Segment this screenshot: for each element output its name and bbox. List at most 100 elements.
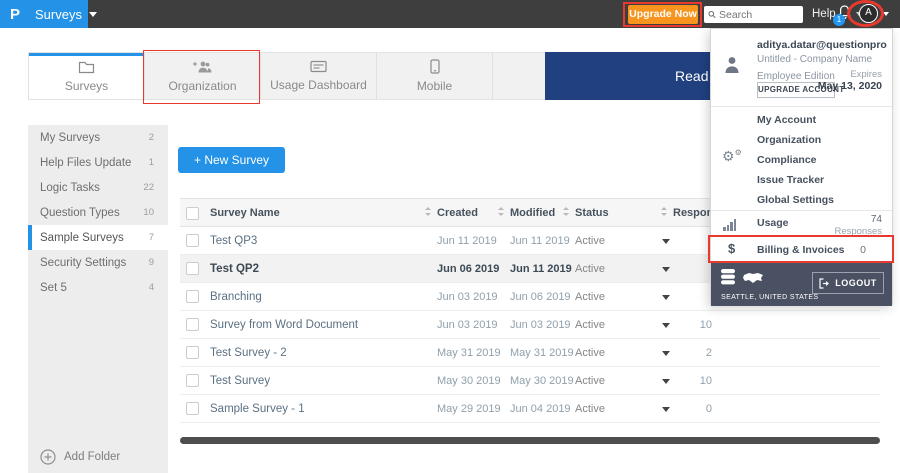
created-date: May 31 2019 [437, 347, 501, 359]
survey-name-link[interactable]: Sample Survey - 1 [210, 395, 305, 423]
survey-name-link[interactable]: Test Survey - 2 [210, 339, 287, 367]
tab-surveys[interactable]: Surveys [29, 53, 145, 99]
created-date: May 30 2019 [437, 375, 501, 387]
tab-mobile[interactable]: Mobile [377, 53, 493, 99]
modified-date: Jun 03 2019 [510, 319, 571, 331]
expires-date: May 13, 2020 [817, 80, 882, 92]
sort-icon[interactable] [497, 199, 509, 228]
user-icon [725, 57, 739, 73]
row-checkbox[interactable] [186, 374, 199, 387]
tab-label: Organization [168, 78, 237, 93]
created-date: Jun 11 2019 [437, 235, 497, 247]
row-checkbox[interactable] [186, 402, 199, 415]
row-checkbox[interactable] [186, 234, 199, 247]
tab-label: Mobile [416, 79, 453, 93]
bar-chart-icon [723, 219, 736, 231]
status-dropdown-caret[interactable] [662, 379, 670, 384]
column-header-survey-name[interactable]: Survey Name [210, 199, 280, 228]
survey-name-link[interactable]: Test Survey [210, 367, 270, 395]
menu-item-global-settings[interactable]: Global Settings [711, 190, 892, 210]
chevron-down-icon [88, 11, 97, 17]
gears-icon: ⚙⚙ [722, 148, 742, 164]
account-company: Untitled - Company Name [757, 54, 873, 65]
survey-name-link[interactable]: Test QP3 [210, 227, 257, 255]
menu-item-issue-tracker[interactable]: Issue Tracker [711, 170, 892, 190]
account-avatar[interactable]: A [859, 4, 878, 23]
phone-icon [429, 59, 440, 74]
sidebar-item-my-surveys[interactable]: My Surveys 2 [28, 125, 168, 150]
logout-icon [819, 277, 830, 289]
sidebar-item-question-types[interactable]: Question Types 10 [28, 200, 168, 225]
column-header-status[interactable]: Status [575, 199, 609, 228]
sort-icon[interactable] [424, 199, 436, 228]
upgrade-now-button[interactable]: Upgrade Now [628, 5, 698, 24]
modified-date: Jun 11 2019 [510, 235, 570, 247]
sidebar-item-label: Question Types [40, 206, 120, 219]
sidebar-item-label: Sample Surveys [40, 231, 124, 244]
menu-item-organization[interactable]: Organization [711, 130, 892, 150]
survey-name-link[interactable]: Branching [210, 283, 262, 311]
tab-label: Usage Dashboard [270, 78, 367, 92]
top-bar: P Surveys Upgrade Now Help 1 A [0, 0, 900, 28]
survey-name-link[interactable]: Test QP2 [210, 255, 259, 283]
status-value: Active [575, 319, 605, 331]
product-menu-label: Surveys [35, 6, 82, 22]
created-date: Jun 03 2019 [437, 319, 498, 331]
status-dropdown-caret[interactable] [662, 295, 670, 300]
sidebar-item-label: Security Settings [40, 256, 127, 269]
modified-date: Jun 11 2019 [510, 263, 572, 275]
add-folder-label: Add Folder [64, 451, 121, 463]
search-box[interactable] [704, 6, 803, 23]
select-all-checkbox[interactable] [186, 207, 199, 220]
status-value: Active [575, 347, 605, 359]
sidebar-item-help-files-update[interactable]: Help Files Update 1 [28, 150, 168, 175]
sidebar-item-count: 1 [148, 157, 154, 168]
search-input[interactable] [719, 8, 799, 21]
sidebar-item-logic-tasks[interactable]: Logic Tasks 22 [28, 175, 168, 200]
row-checkbox[interactable] [186, 318, 199, 331]
folders-sidebar: My Surveys 2 Help Files Update 1 Logic T… [28, 125, 168, 473]
sidebar-item-label: Set 5 [40, 281, 67, 294]
created-date: Jun 03 2019 [437, 291, 498, 303]
sidebar-item-count: 9 [148, 257, 154, 268]
sort-icon[interactable] [562, 199, 574, 228]
tab-label: Surveys [64, 78, 109, 93]
created-date: May 29 2019 [437, 403, 501, 415]
status-dropdown-caret[interactable] [662, 267, 670, 272]
menu-item-billing-invoices[interactable]: Billing & Invoices [757, 237, 845, 263]
status-value: Active [575, 235, 605, 247]
logout-button[interactable]: LOGOUT [812, 272, 884, 294]
new-survey-button[interactable]: + New Survey [178, 147, 285, 173]
survey-name-link[interactable]: Survey from Word Document [210, 311, 358, 339]
menu-item-my-account[interactable]: My Account [711, 110, 892, 130]
row-checkbox[interactable] [186, 346, 199, 359]
sidebar-item-set-5[interactable]: Set 5 4 [28, 275, 168, 300]
column-header-modified[interactable]: Modified [510, 199, 555, 228]
account-dropdown: aditya.datar@questionpro.c... Untitled -… [710, 28, 893, 306]
usage-responses-value: 74 Responses [834, 214, 882, 237]
status-dropdown-caret[interactable] [662, 323, 670, 328]
sidebar-item-label: Help Files Update [40, 156, 132, 169]
sidebar-item-security-settings[interactable]: Security Settings 9 [28, 250, 168, 275]
tab-organization[interactable]: Organization [145, 53, 261, 99]
product-menu[interactable]: P Surveys [0, 0, 97, 28]
questionpro-dashboard: P Surveys Upgrade Now Help 1 A [0, 0, 900, 473]
row-checkbox[interactable] [186, 290, 199, 303]
sidebar-item-count: 10 [143, 207, 154, 218]
modified-date: May 31 2019 [510, 347, 574, 359]
sidebar-item-sample-surveys[interactable]: Sample Surveys 7 [28, 225, 168, 250]
expires-label: Expires [850, 69, 882, 80]
column-header-created[interactable]: Created [437, 199, 478, 228]
sort-icon[interactable] [660, 199, 672, 228]
status-dropdown-caret[interactable] [662, 239, 670, 244]
sidebar-item-label: My Surveys [40, 131, 101, 144]
tab-usage-dashboard[interactable]: Usage Dashboard [261, 53, 377, 99]
menu-item-usage[interactable]: Usage [757, 210, 789, 237]
status-dropdown-caret[interactable] [662, 351, 670, 356]
add-folder-button[interactable]: Add Folder [40, 449, 120, 465]
status-dropdown-caret[interactable] [662, 407, 670, 412]
row-checkbox[interactable] [186, 262, 199, 275]
folder-icon [78, 61, 95, 73]
table-row: Test Survey May 30 2019 May 30 2019 Acti… [180, 367, 880, 395]
horizontal-scrollbar[interactable] [180, 437, 880, 444]
